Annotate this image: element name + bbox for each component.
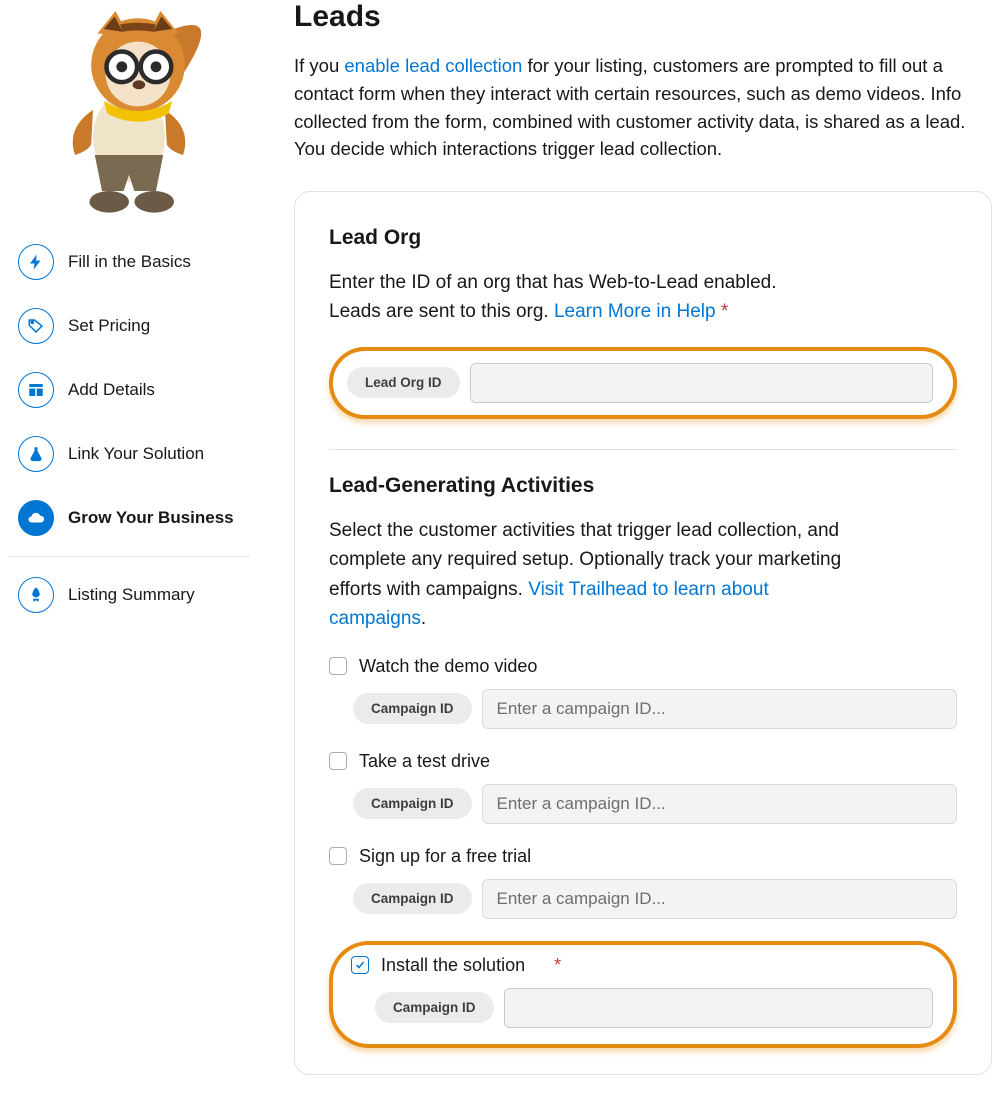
campaign-id-label: Campaign ID bbox=[375, 992, 494, 1023]
enable-lead-collection-link[interactable]: enable lead collection bbox=[344, 55, 522, 76]
activity-label: Watch the demo video bbox=[359, 656, 537, 677]
sidebar-item-label: Listing Summary bbox=[68, 585, 195, 605]
sidebar: Fill in the Basics Set Pricing Add Detai… bbox=[0, 0, 258, 1095]
sidebar-item-label: Link Your Solution bbox=[68, 444, 204, 464]
required-indicator: * bbox=[554, 955, 561, 976]
required-indicator: * bbox=[721, 301, 728, 322]
campaign-id-input-free-trial[interactable] bbox=[482, 879, 957, 919]
sidebar-item-add-details[interactable]: Add Details bbox=[8, 358, 250, 422]
sidebar-item-link-solution[interactable]: Link Your Solution bbox=[8, 422, 250, 486]
lead-org-id-input[interactable] bbox=[470, 363, 933, 403]
campaign-id-label: Campaign ID bbox=[353, 788, 472, 819]
activity-watch-demo: Watch the demo video Campaign ID bbox=[329, 656, 957, 729]
campaign-id-input-test-drive[interactable] bbox=[482, 784, 957, 824]
learn-more-link[interactable]: Learn More in Help bbox=[554, 301, 716, 322]
lightning-icon bbox=[18, 244, 54, 280]
lead-org-highlight-ring: Lead Org ID bbox=[329, 347, 957, 419]
rocket-icon bbox=[18, 577, 54, 613]
activity-label: Sign up for a free trial bbox=[359, 846, 531, 867]
activity-checkbox-install-solution[interactable] bbox=[351, 956, 369, 974]
lead-org-id-label: Lead Org ID bbox=[347, 367, 460, 398]
campaign-id-label: Campaign ID bbox=[353, 693, 472, 724]
activities-description: Select the customer activities that trig… bbox=[329, 516, 869, 634]
sidebar-item-label: Grow Your Business bbox=[68, 508, 234, 528]
lead-org-description: Enter the ID of an org that has Web-to-L… bbox=[329, 268, 957, 327]
leads-card: Lead Org Enter the ID of an org that has… bbox=[294, 191, 992, 1075]
main-content: Leads If you enable lead collection for … bbox=[258, 0, 998, 1095]
cloud-icon bbox=[18, 500, 54, 536]
sidebar-item-listing-summary[interactable]: Listing Summary bbox=[8, 563, 250, 627]
price-tag-icon bbox=[18, 308, 54, 344]
campaign-id-input-watch-demo[interactable] bbox=[482, 689, 957, 729]
campaign-id-label: Campaign ID bbox=[353, 883, 472, 914]
flask-icon bbox=[18, 436, 54, 472]
activity-label: Install the solution bbox=[381, 955, 525, 976]
intro-paragraph: If you enable lead collection for your l… bbox=[294, 52, 992, 163]
sidebar-item-set-pricing[interactable]: Set Pricing bbox=[8, 294, 250, 358]
activity-label: Take a test drive bbox=[359, 751, 490, 772]
activities-title: Lead-Generating Activities bbox=[329, 474, 957, 498]
sidebar-item-label: Fill in the Basics bbox=[68, 252, 191, 272]
install-solution-highlight-ring: Install the solution * Campaign ID bbox=[329, 941, 957, 1048]
activity-free-trial: Sign up for a free trial Campaign ID bbox=[329, 846, 957, 919]
sidebar-item-fill-basics[interactable]: Fill in the Basics bbox=[8, 230, 250, 294]
sidebar-item-label: Set Pricing bbox=[68, 316, 150, 336]
activity-install-solution: Install the solution * Campaign ID bbox=[351, 955, 933, 1028]
layout-icon bbox=[18, 372, 54, 408]
page-title: Leads bbox=[294, 0, 992, 34]
sidebar-item-grow-business[interactable]: Grow Your Business bbox=[8, 486, 250, 550]
card-divider bbox=[329, 449, 957, 450]
activity-checkbox-watch-demo[interactable] bbox=[329, 657, 347, 675]
lead-org-title: Lead Org bbox=[329, 226, 957, 250]
sidebar-item-label: Add Details bbox=[68, 380, 155, 400]
activity-test-drive: Take a test drive Campaign ID bbox=[329, 751, 957, 824]
mascot-character bbox=[39, 0, 219, 220]
activity-checkbox-free-trial[interactable] bbox=[329, 847, 347, 865]
campaign-id-input-install-solution[interactable] bbox=[504, 988, 933, 1028]
activity-checkbox-test-drive[interactable] bbox=[329, 752, 347, 770]
